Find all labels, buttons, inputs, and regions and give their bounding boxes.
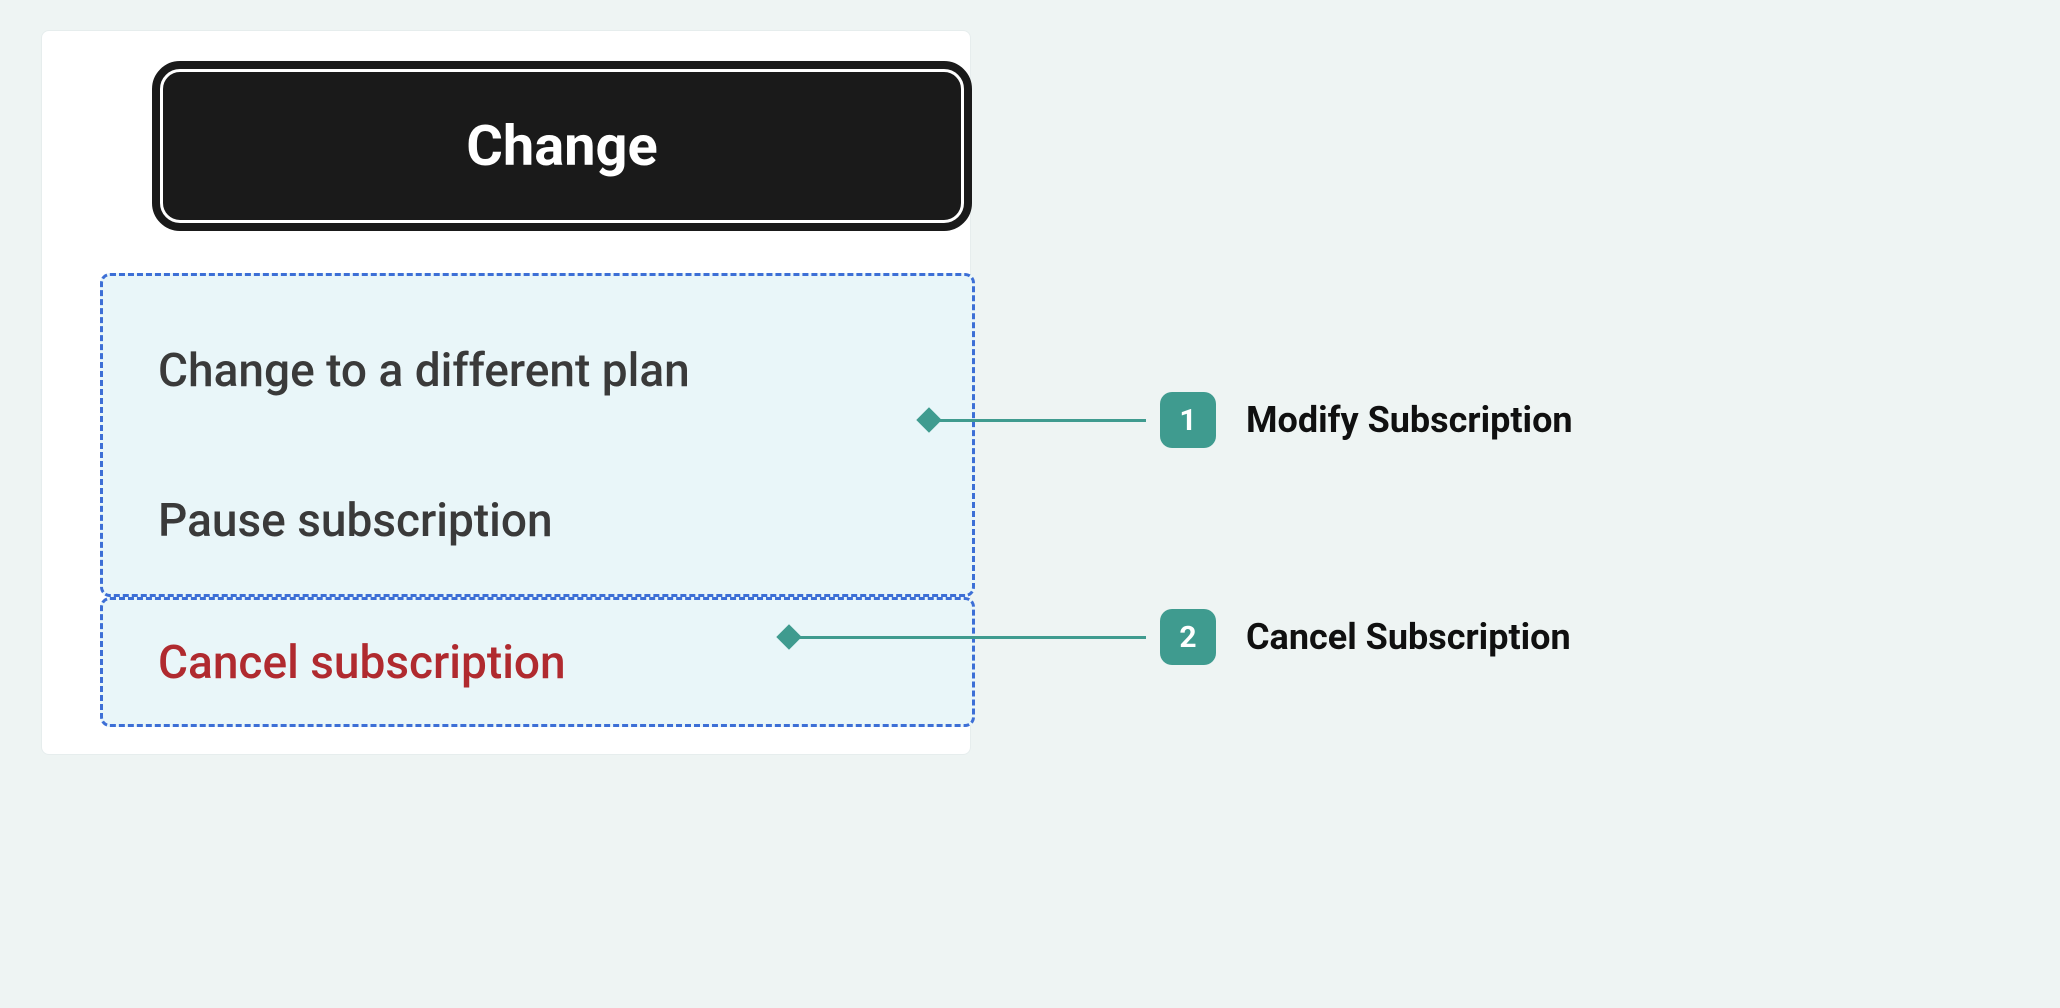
change-plan-menu-item[interactable]: Change to a different plan <box>158 346 690 397</box>
callout-text: Modify Subscription <box>1246 399 1573 441</box>
modify-subscription-group: Change to a different plan Pause subscri… <box>100 273 975 597</box>
callout-number-badge: 1 <box>1160 392 1216 448</box>
cancel-subscription-group: Cancel subscription <box>100 597 975 727</box>
connector-line <box>928 419 1146 422</box>
callout-number-badge: 2 <box>1160 609 1216 665</box>
change-button-label: Change <box>158 67 966 225</box>
callout-text: Cancel Subscription <box>1246 616 1571 658</box>
pause-subscription-menu-item[interactable]: Pause subscription <box>158 496 553 547</box>
stage: Change Change to a different plan Pause … <box>0 0 2060 1008</box>
change-button[interactable]: Change <box>152 61 972 231</box>
connector-line <box>788 636 1146 639</box>
callout-cancel-subscription: 2 Cancel Subscription <box>1160 609 1571 665</box>
subscription-card: Change Change to a different plan Pause … <box>41 30 971 755</box>
callout-modify-subscription: 1 Modify Subscription <box>1160 392 1573 448</box>
cancel-subscription-menu-item[interactable]: Cancel subscription <box>158 638 566 689</box>
